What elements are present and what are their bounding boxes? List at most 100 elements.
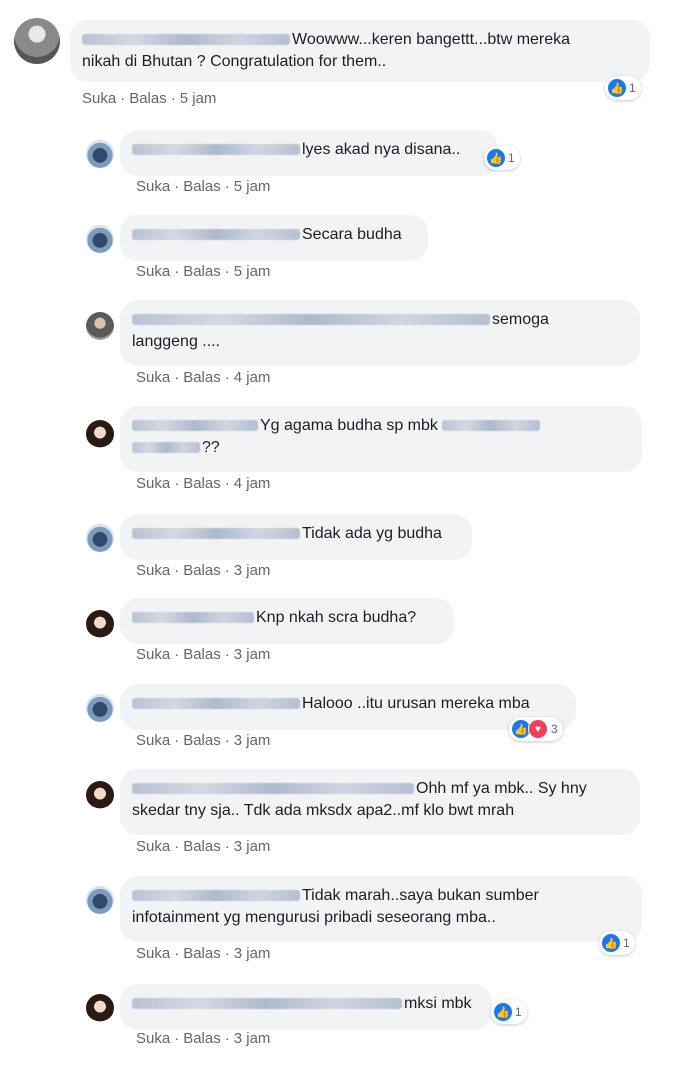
comment-text-line-1: Yg agama budha sp mbk: [132, 415, 630, 437]
reaction-badge[interactable]: 👍 1: [484, 146, 520, 170]
avatar[interactable]: [86, 420, 114, 448]
like-thumb-icon: 👍: [608, 79, 626, 97]
like-link[interactable]: Suka: [136, 475, 170, 492]
comment-text-line-2: skedar tny sja.. Tdk ada mksdx apa2..mf …: [132, 802, 515, 819]
reaction-badge[interactable]: 👍 1: [605, 76, 641, 100]
like-thumb-icon: 👍: [494, 1003, 512, 1021]
comment-bubble: semoga langgeng ....: [120, 300, 640, 366]
avatar[interactable]: [86, 524, 114, 552]
avatar[interactable]: [86, 140, 114, 168]
reply-link[interactable]: Balas: [183, 646, 221, 663]
redacted-name: [132, 144, 300, 156]
reaction-badge[interactable]: 👍 ♥ 3: [509, 717, 563, 741]
avatar[interactable]: [86, 994, 114, 1022]
like-link[interactable]: Suka: [136, 178, 170, 195]
redacted-name: [132, 890, 300, 902]
timestamp: 3 jam: [233, 562, 271, 579]
comment-text-line-1: Ohh mf ya mbk.. Sy hny: [132, 778, 628, 800]
redacted-name: [82, 34, 290, 46]
reply-link[interactable]: Balas: [183, 838, 221, 855]
redacted-name: [132, 229, 300, 241]
avatar[interactable]: [86, 781, 114, 809]
comment-bubble: Woowww...keren bangettt...btw mereka nik…: [70, 20, 650, 82]
reaction-badge[interactable]: 👍 1: [491, 1000, 527, 1024]
comment-actions: Suka · Balas · 3 jam: [136, 838, 271, 855]
reply-link[interactable]: Balas: [183, 732, 221, 749]
reply-link[interactable]: Balas: [183, 369, 221, 386]
reply-link[interactable]: Balas: [183, 263, 221, 280]
reaction-count: 1: [629, 81, 636, 95]
reply-link[interactable]: Balas: [183, 945, 221, 962]
like-link[interactable]: Suka: [136, 838, 170, 855]
timestamp: 3 jam: [233, 732, 271, 749]
comment-text-line-1: Knp nkah scra budha?: [132, 607, 442, 629]
reply-link[interactable]: Balas: [183, 178, 221, 195]
comment-actions: Suka · Balas · 3 jam: [136, 1030, 271, 1047]
comment-actions: Suka · Balas · 3 jam: [136, 732, 271, 749]
avatar[interactable]: [86, 312, 114, 340]
comment-actions: Suka · Balas · 5 jam: [136, 263, 271, 280]
comment-actions: Suka · Balas · 4 jam: [136, 369, 271, 386]
like-thumb-icon: 👍: [487, 149, 505, 167]
comment-actions: Suka · Balas · 4 jam: [136, 475, 271, 492]
redacted-name: [132, 783, 414, 795]
like-link[interactable]: Suka: [136, 562, 170, 579]
like-thumb-icon: 👍: [602, 934, 620, 952]
comment-bubble: Knp nkah scra budha?: [120, 598, 454, 644]
love-heart-icon: ♥: [528, 719, 548, 739]
comment-actions: Suka · Balas · 3 jam: [136, 562, 271, 579]
avatar[interactable]: [86, 886, 114, 914]
reply-link[interactable]: Balas: [183, 562, 221, 579]
comment-text-line-2: nikah di Bhutan ? Congratulation for the…: [82, 53, 387, 70]
timestamp: 4 jam: [233, 369, 271, 386]
comment-actions: Suka · Balas · 3 jam: [136, 945, 271, 962]
like-link[interactable]: Suka: [136, 1030, 170, 1047]
avatar[interactable]: [14, 18, 60, 64]
reply-link[interactable]: Balas: [129, 90, 167, 107]
avatar[interactable]: [86, 610, 114, 638]
like-link[interactable]: Suka: [136, 646, 170, 663]
timestamp: 3 jam: [233, 1030, 271, 1047]
avatar[interactable]: [86, 225, 114, 253]
like-link[interactable]: Suka: [136, 945, 170, 962]
comment-text-line-1: semoga: [132, 309, 628, 331]
comment-text-line-2: infotainment yg mengurusi pribadi seseor…: [132, 909, 496, 926]
redacted-name: [441, 420, 540, 432]
comment-bubble: Ohh mf ya mbk.. Sy hny skedar tny sja.. …: [120, 769, 640, 835]
comment-actions: Suka · Balas · 5 jam: [136, 178, 271, 195]
comment-bubble: Tidak marah..saya bukan sumber infotainm…: [120, 876, 642, 942]
comment-actions: Suka · Balas · 3 jam: [136, 646, 271, 663]
comment-text-line-1: Halooo ..itu urusan mereka mba: [132, 693, 564, 715]
like-link[interactable]: Suka: [136, 369, 170, 386]
timestamp: 5 jam: [179, 90, 217, 107]
reply-link[interactable]: Balas: [183, 1030, 221, 1047]
comment-text-line-1: Tidak ada yg budha: [132, 523, 460, 545]
avatar[interactable]: [86, 694, 114, 722]
comment-bubble: Tidak ada yg budha: [120, 514, 472, 560]
reaction-badge[interactable]: 👍 1: [599, 931, 635, 955]
like-link[interactable]: Suka: [82, 90, 116, 107]
redacted-name: [132, 314, 490, 326]
comment-text-line-2: langgeng ....: [132, 333, 221, 350]
redacted-name: [132, 612, 254, 624]
comment-bubble: Halooo ..itu urusan mereka mba: [120, 684, 576, 730]
comment-text-line-1: lyes akad nya disana..: [132, 139, 486, 161]
like-link[interactable]: Suka: [136, 732, 170, 749]
comment-bubble: lyes akad nya disana..: [120, 130, 498, 176]
redacted-name: [132, 998, 402, 1010]
comment-bubble: mksi mbk: [120, 984, 492, 1030]
redacted-name: [132, 442, 200, 454]
timestamp: 5 jam: [233, 178, 271, 195]
reaction-count: 1: [623, 936, 630, 950]
reply-link[interactable]: Balas: [183, 475, 221, 492]
comment-text-line-1: Secara budha: [132, 224, 416, 246]
comment-actions: Suka · Balas · 5 jam: [82, 90, 217, 107]
comment-text-line-1: Woowww...keren bangettt...btw mereka: [82, 29, 638, 51]
timestamp: 3 jam: [233, 838, 271, 855]
comment-text-line-2: ??: [132, 437, 630, 459]
timestamp: 3 jam: [233, 945, 271, 962]
like-link[interactable]: Suka: [136, 263, 170, 280]
comment-bubble: Yg agama budha sp mbk ??: [120, 406, 642, 472]
redacted-name: [132, 420, 258, 432]
redacted-name: [132, 698, 300, 710]
